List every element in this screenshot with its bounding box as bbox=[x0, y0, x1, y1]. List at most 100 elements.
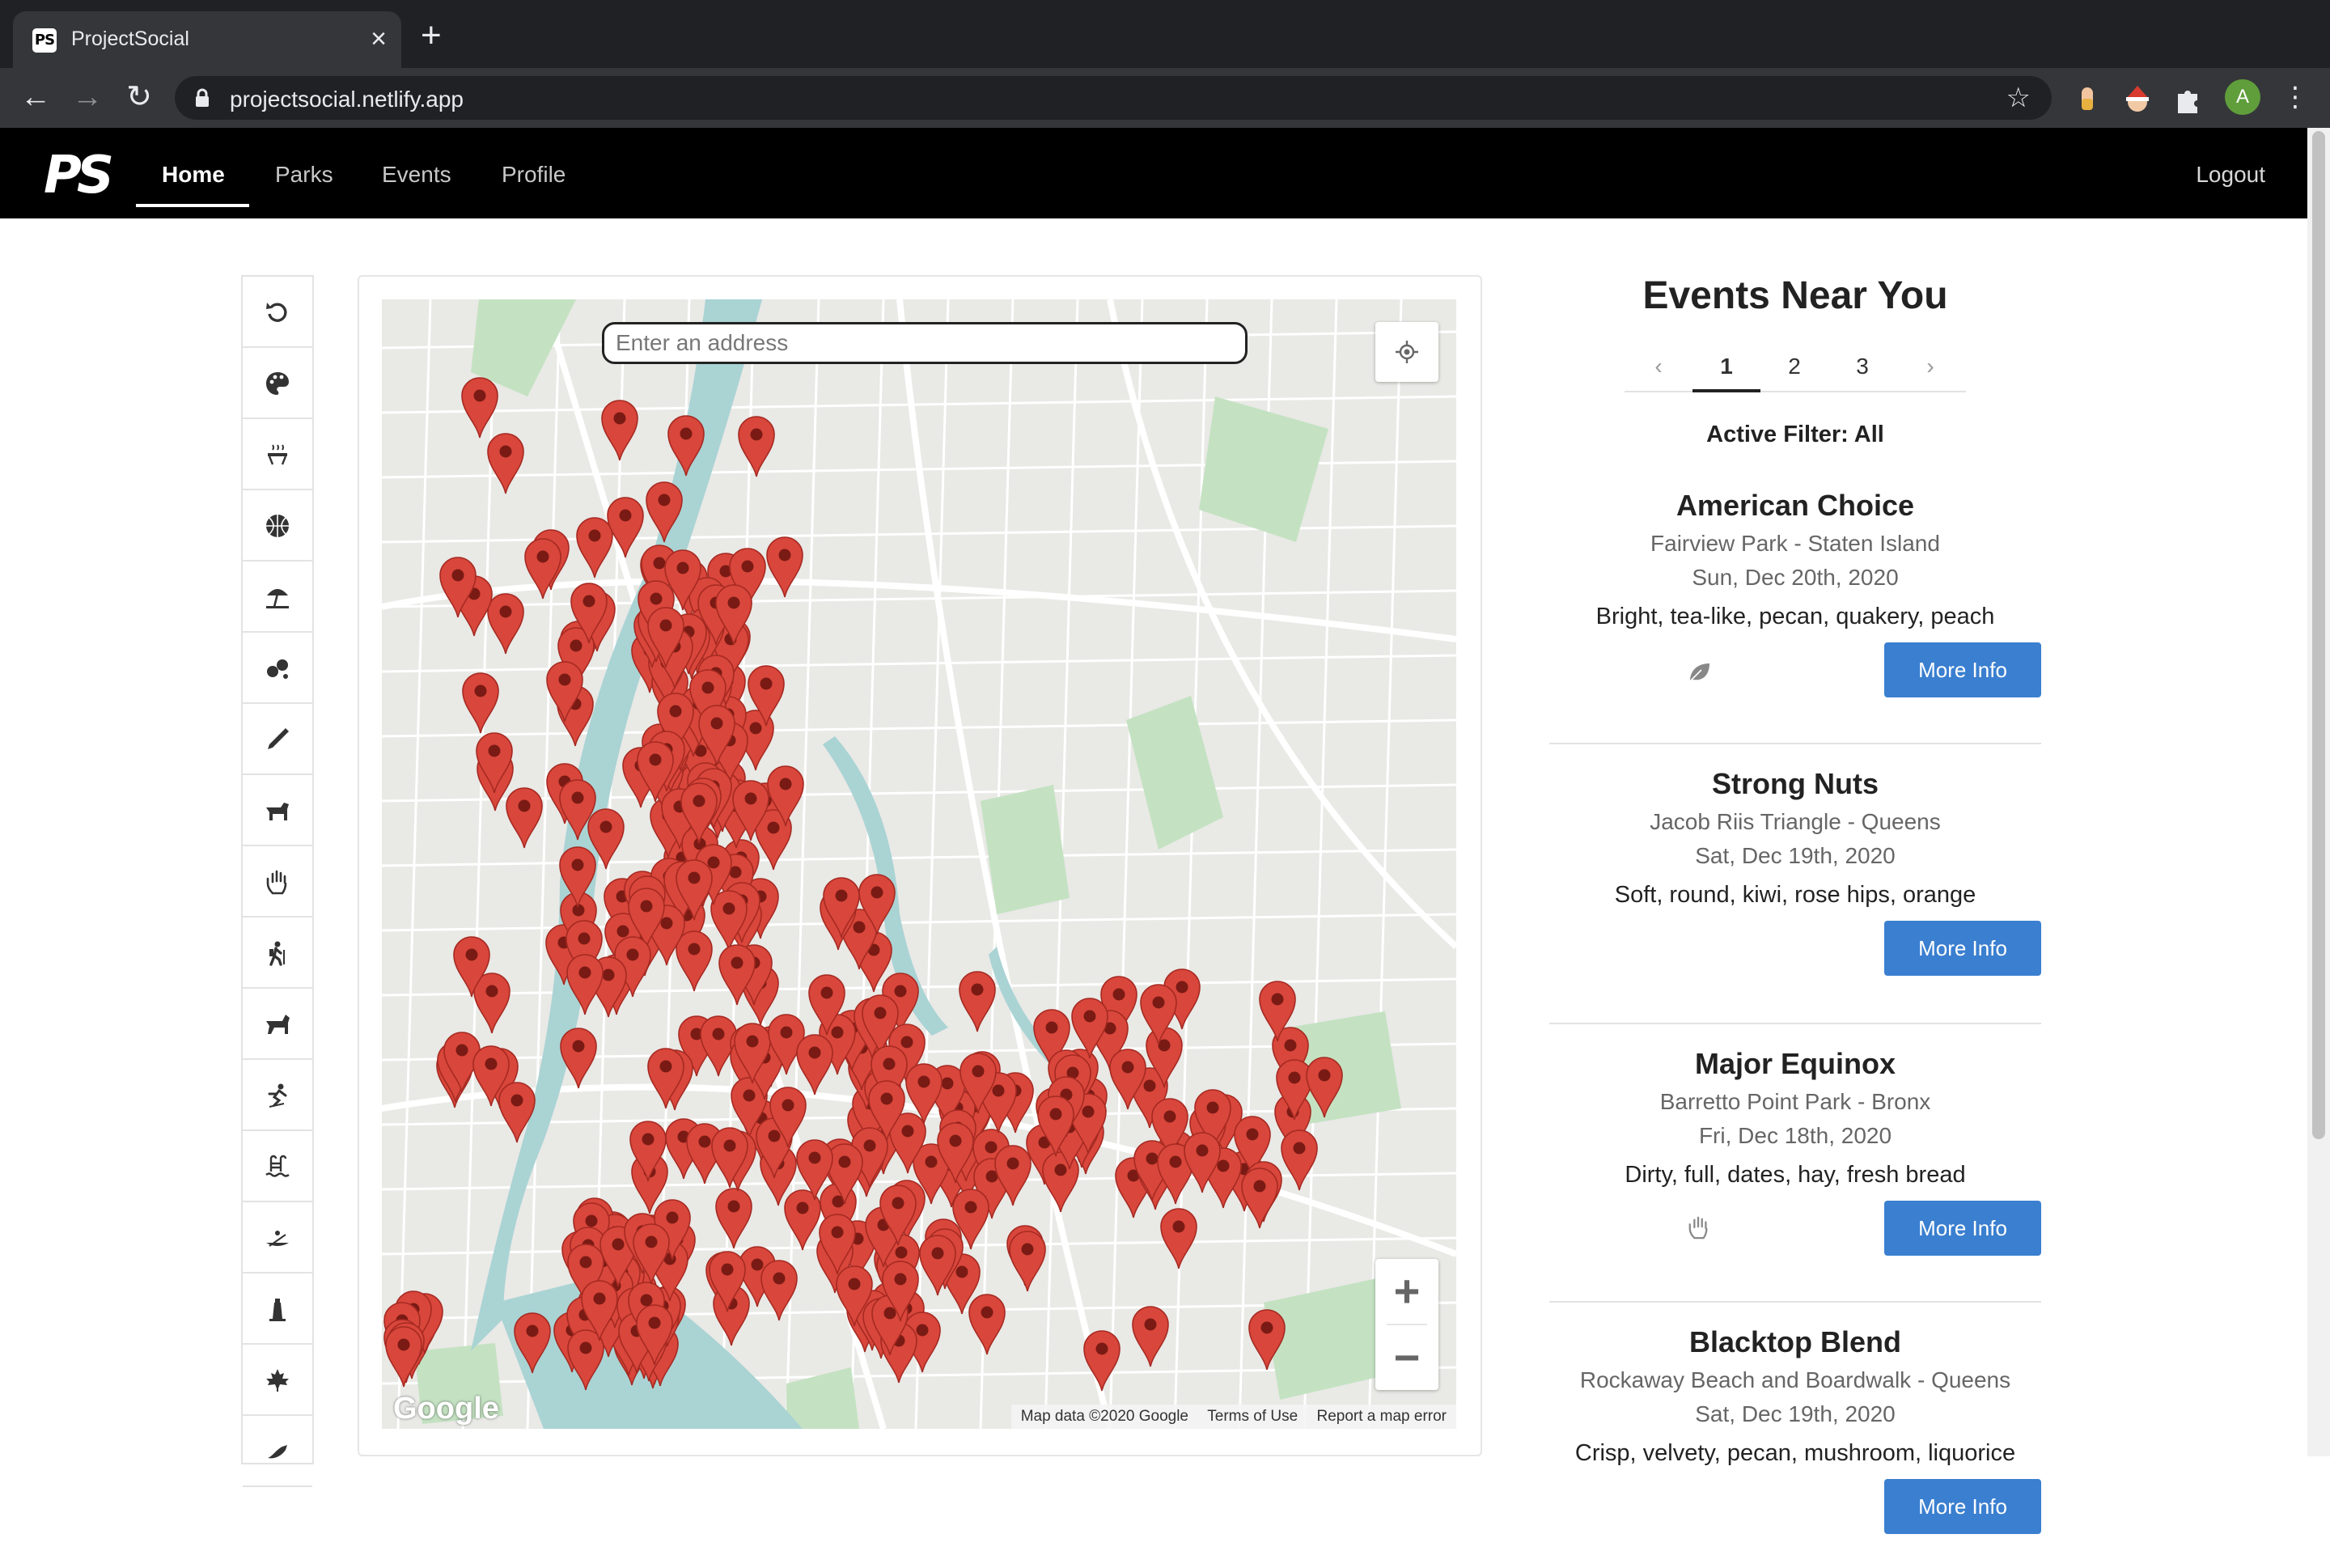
filter-hiking[interactable] bbox=[243, 917, 312, 989]
zoom-out-button[interactable]: − bbox=[1375, 1325, 1438, 1390]
map-marker[interactable] bbox=[580, 1279, 619, 1342]
filter-horse[interactable] bbox=[243, 989, 312, 1060]
next-page-button[interactable]: › bbox=[1896, 344, 1964, 392]
map-marker[interactable] bbox=[545, 660, 584, 723]
new-tab-icon[interactable]: + bbox=[421, 18, 442, 53]
more-info-button[interactable]: More Info bbox=[1884, 1479, 2041, 1534]
address-bar[interactable]: projectsocial.netlify.app ☆ bbox=[175, 76, 2052, 120]
map-marker[interactable] bbox=[795, 1138, 834, 1201]
map-marker[interactable] bbox=[452, 935, 491, 998]
map-marker[interactable] bbox=[635, 1303, 674, 1367]
filter-kayak[interactable] bbox=[243, 1202, 312, 1273]
map-marker[interactable] bbox=[1183, 1131, 1222, 1194]
map-marker[interactable] bbox=[1131, 1305, 1170, 1368]
reload-icon[interactable]: ↻ bbox=[121, 79, 157, 115]
scrollbar-thumb[interactable] bbox=[2312, 131, 2325, 1139]
map-marker[interactable] bbox=[958, 970, 997, 1033]
map-marker[interactable] bbox=[708, 1250, 747, 1313]
map-marker[interactable] bbox=[951, 1188, 990, 1251]
browser-tab[interactable]: PS ProjectSocial × bbox=[13, 11, 401, 68]
santa-extension-icon[interactable] bbox=[2121, 83, 2154, 115]
back-icon[interactable]: ← bbox=[18, 79, 53, 115]
map-marker[interactable] bbox=[858, 873, 896, 936]
map-marker[interactable] bbox=[881, 1260, 920, 1323]
map-marker[interactable] bbox=[629, 1120, 667, 1183]
map-marker[interactable] bbox=[523, 537, 562, 600]
filter-birds[interactable] bbox=[243, 1416, 312, 1487]
map-marker[interactable] bbox=[867, 1079, 906, 1142]
map-marker[interactable] bbox=[765, 536, 804, 599]
map-marker[interactable] bbox=[558, 845, 597, 909]
page-1-link[interactable]: 1 bbox=[1692, 344, 1760, 392]
map-marker[interactable] bbox=[472, 1045, 510, 1108]
map-marker[interactable] bbox=[559, 1027, 598, 1090]
map-marker[interactable] bbox=[1159, 1207, 1198, 1270]
map-marker[interactable] bbox=[646, 606, 685, 669]
filter-pool[interactable] bbox=[243, 1131, 312, 1202]
map-marker[interactable] bbox=[1248, 1308, 1286, 1371]
parks-map[interactable]: + − Google Map data ©2020 Google Terms o… bbox=[382, 299, 1456, 1429]
map-marker[interactable] bbox=[710, 1126, 749, 1189]
map-marker[interactable] bbox=[1258, 980, 1297, 1043]
more-info-button[interactable]: More Info bbox=[1884, 642, 2041, 697]
map-marker[interactable] bbox=[1139, 983, 1178, 1046]
map-marker[interactable] bbox=[486, 432, 525, 495]
map-marker[interactable] bbox=[667, 414, 705, 477]
address-search-input[interactable] bbox=[602, 322, 1248, 364]
map-marker[interactable] bbox=[818, 1213, 857, 1276]
map-marker[interactable] bbox=[807, 973, 846, 1036]
map-marker[interactable] bbox=[993, 1144, 1032, 1207]
browser-menu-icon[interactable]: ⋮ bbox=[2281, 81, 2309, 113]
map-marker[interactable] bbox=[600, 399, 639, 462]
map-marker[interactable] bbox=[968, 1293, 1006, 1356]
page-2-link[interactable]: 2 bbox=[1760, 344, 1828, 392]
map-marker[interactable] bbox=[718, 943, 756, 1006]
map-marker[interactable] bbox=[384, 1325, 423, 1388]
map-marker[interactable] bbox=[731, 779, 770, 842]
map-marker[interactable] bbox=[513, 1312, 552, 1375]
extension-icon[interactable] bbox=[2071, 83, 2103, 115]
terms-link[interactable]: Terms of Use bbox=[1207, 1408, 1298, 1425]
map-marker[interactable] bbox=[461, 672, 500, 735]
nav-home[interactable]: Home bbox=[162, 162, 225, 188]
page-3-link[interactable]: 3 bbox=[1828, 344, 1896, 392]
filter-basketball[interactable] bbox=[243, 490, 312, 562]
forward-icon[interactable]: → bbox=[70, 79, 105, 115]
map-marker[interactable] bbox=[714, 1187, 753, 1250]
map-marker[interactable] bbox=[1036, 1095, 1075, 1158]
filter-dog[interactable] bbox=[243, 775, 312, 846]
page-scrollbar[interactable] bbox=[2307, 128, 2330, 1456]
map-marker[interactable] bbox=[747, 664, 786, 727]
map-marker[interactable] bbox=[1082, 1329, 1121, 1392]
map-marker[interactable] bbox=[1305, 1056, 1344, 1119]
map-marker[interactable] bbox=[822, 876, 861, 939]
map-marker[interactable] bbox=[714, 583, 753, 646]
nav-parks[interactable]: Parks bbox=[275, 162, 333, 188]
filter-skating[interactable] bbox=[243, 1060, 312, 1131]
map-marker[interactable] bbox=[959, 1052, 998, 1115]
more-info-button[interactable]: More Info bbox=[1884, 921, 2041, 976]
map-marker[interactable] bbox=[645, 481, 684, 544]
map-marker[interactable] bbox=[1008, 1230, 1047, 1293]
profile-avatar[interactable]: A bbox=[2225, 79, 2260, 115]
map-marker[interactable] bbox=[795, 1033, 834, 1096]
extensions-puzzle-icon[interactable] bbox=[2171, 83, 2204, 115]
map-marker[interactable] bbox=[646, 1047, 685, 1110]
filter-beach[interactable] bbox=[243, 562, 312, 633]
filter-art[interactable] bbox=[243, 348, 312, 419]
filter-hand[interactable] bbox=[243, 846, 312, 917]
map-marker[interactable] bbox=[879, 1184, 917, 1247]
zoom-in-button[interactable]: + bbox=[1375, 1259, 1438, 1324]
map-marker[interactable] bbox=[675, 858, 714, 922]
nav-events[interactable]: Events bbox=[382, 162, 451, 188]
map-marker[interactable] bbox=[936, 1121, 975, 1184]
map-marker[interactable] bbox=[505, 786, 544, 850]
filter-reset[interactable] bbox=[243, 277, 312, 348]
bookmark-star-icon[interactable]: ☆ bbox=[2006, 82, 2031, 114]
map-marker[interactable] bbox=[460, 376, 499, 439]
map-marker[interactable] bbox=[1240, 1167, 1279, 1230]
filter-pen[interactable] bbox=[243, 704, 312, 775]
more-info-button[interactable]: More Info bbox=[1884, 1201, 2041, 1256]
map-marker[interactable] bbox=[558, 778, 597, 841]
map-marker[interactable] bbox=[737, 415, 776, 478]
